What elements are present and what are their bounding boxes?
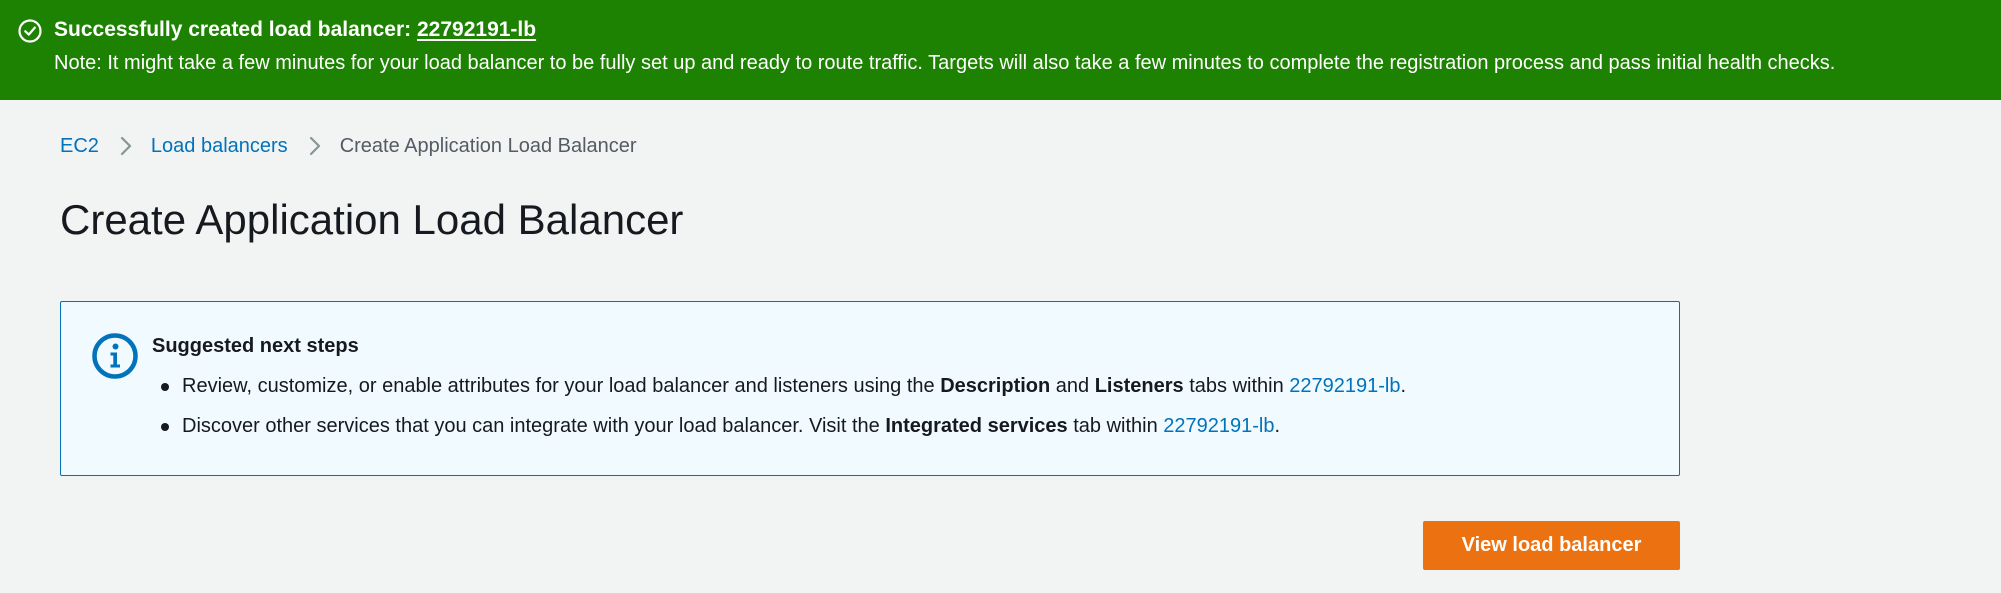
view-load-balancer-button[interactable]: View load balancer (1423, 521, 1680, 570)
step-text: and (1050, 375, 1095, 397)
integrated-services-tab-name: Integrated services (885, 415, 1068, 437)
step-text: . (1400, 375, 1407, 397)
chevron-right-icon (309, 136, 320, 156)
chevron-right-icon (120, 136, 132, 156)
listeners-tab-name: Listeners (1094, 375, 1184, 397)
flash-title: Successfully created load balancer: 2279… (54, 16, 536, 44)
breadcrumb-current: Create Application Load Balancer (339, 134, 637, 157)
info-heading: Suggested next steps (152, 335, 359, 357)
breadcrumb-load-balancers-link[interactable]: Load balancers (151, 135, 288, 158)
step-text: tabs within (1183, 375, 1290, 397)
page-title: Create Application Load Balancer (60, 196, 684, 243)
breadcrumb: EC2 Load balancers Create Application Lo… (60, 131, 637, 161)
flash-note: Note: It might take a few minutes for yo… (54, 52, 1836, 74)
flash-load-balancer-link[interactable]: 22792191-lb (417, 18, 536, 41)
list-item: Review, customize, or enable attributes … (152, 372, 1406, 400)
breadcrumb-ec2-link[interactable]: EC2 (60, 135, 99, 158)
step-text: tab within (1067, 415, 1164, 437)
suggested-next-steps-alert: Suggested next steps Review, customize, … (60, 301, 1680, 476)
flash-title-prefix: Successfully created load balancer: (54, 18, 417, 41)
load-balancer-link[interactable]: 22792191-lb (1163, 415, 1274, 437)
description-tab-name: Description (940, 375, 1051, 397)
info-icon (92, 333, 138, 379)
load-balancer-link[interactable]: 22792191-lb (1289, 375, 1400, 397)
list-item: Discover other services that you can int… (152, 412, 1406, 440)
success-flash-banner: Successfully created load balancer: 2279… (0, 0, 2001, 100)
step-text: Review, customize, or enable attributes … (182, 375, 941, 397)
next-steps-list: Review, customize, or enable attributes … (152, 372, 1406, 452)
step-text: . (1274, 415, 1281, 437)
check-circle-icon (18, 19, 42, 43)
step-text: Discover other services that you can int… (182, 415, 886, 437)
